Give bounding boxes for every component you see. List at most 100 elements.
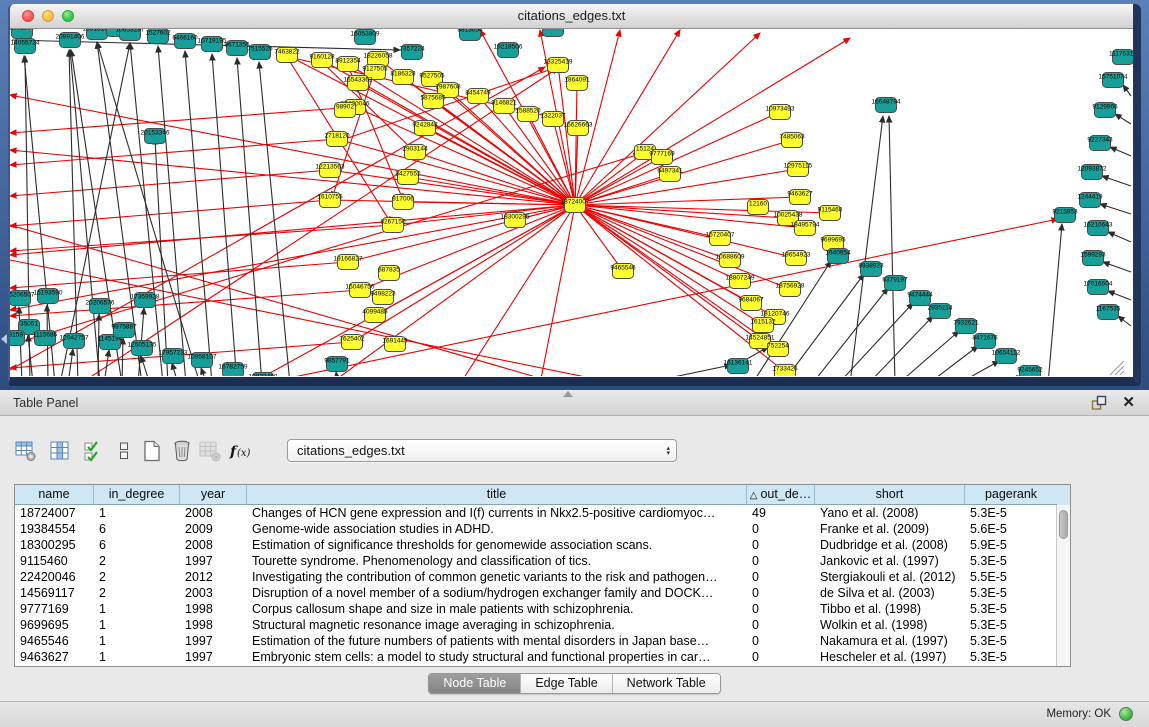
graph-node[interactable]: 4099488 — [362, 308, 388, 323]
graph-node[interactable]: 19166827 — [334, 255, 363, 270]
graph-node[interactable]: 8427552 — [395, 170, 421, 185]
graph-node[interactable]: 9498223 — [370, 290, 396, 305]
graph-node[interactable]: 10654112 — [992, 349, 1021, 364]
graph-node[interactable]: 18300295 — [501, 213, 530, 228]
graph-node[interactable]: 9245652 — [1017, 366, 1043, 377]
fit-rows-icon[interactable] — [112, 439, 136, 463]
zoom-window-button[interactable] — [62, 10, 74, 22]
table-selector-dropdown[interactable]: citations_edges.txt ▴▾ — [287, 439, 677, 462]
graph-node[interactable]: 16136141 — [724, 359, 753, 374]
graph-node[interactable]: 8471676 — [972, 334, 998, 349]
graph-node[interactable]: 7357224 — [399, 45, 425, 60]
graph-node[interactable]: 12042757 — [60, 334, 89, 349]
split-collapse-arrow-icon[interactable] — [1, 334, 7, 344]
graph-node[interactable]: 13325419 — [544, 58, 573, 73]
graph-node[interactable]: 9671355 — [224, 41, 250, 56]
graph-node[interactable]: 2935114 — [928, 304, 953, 319]
graph-node[interactable]: 10688609 — [716, 253, 745, 268]
graph-node[interactable]: 1733426 — [772, 365, 798, 377]
select-rows-icon[interactable] — [82, 439, 106, 463]
graph-node[interactable]: 6497341 — [657, 167, 683, 182]
graph-node[interactable]: 2718120 — [324, 132, 350, 147]
graph-node[interactable]: 12093872 — [1078, 165, 1107, 180]
graph-node[interactable]: 887835 — [378, 266, 400, 281]
graph-node[interactable]: 16210643 — [1084, 221, 1113, 236]
table-settings-icon[interactable] — [14, 439, 38, 463]
graph-node[interactable]: 17359928 — [131, 293, 160, 308]
graph-node[interactable]: 12505135 — [128, 341, 157, 356]
graph-node[interactable]: 9146821 — [491, 99, 517, 114]
graph-node[interactable]: 8454749 — [465, 89, 491, 104]
graph-node[interactable]: 2903144 — [402, 145, 428, 160]
tab-edge-table[interactable]: Edge Table — [520, 674, 611, 693]
network-canvas[interactable]: 1405572418613042089140616616160152760211… — [10, 29, 1133, 376]
graph-node[interactable]: 10719195 — [198, 37, 227, 52]
graph-node[interactable]: 7932621 — [953, 319, 979, 334]
graph-node[interactable]: 16782759 — [219, 363, 248, 377]
graph-node[interactable]: 9115460 — [818, 206, 843, 221]
float-panel-icon[interactable] — [1090, 394, 1108, 412]
graph-node[interactable]: 11175314 — [1109, 50, 1133, 65]
table-row[interactable]: 977716911998Corpus callosum shape and si… — [15, 601, 1057, 617]
graph-node[interactable]: 16543362 — [344, 76, 373, 91]
tab-node-table[interactable]: Node Table — [429, 674, 520, 693]
graph-node[interactable]: 15751074 — [1099, 73, 1128, 88]
table-panel-titlebar[interactable]: Table Panel ✕ — [0, 390, 1149, 416]
graph-node[interactable]: 1861304 — [10, 29, 35, 39]
graph-node[interactable]: 39159 — [10, 331, 25, 346]
graph-node[interactable]: 12160 — [748, 200, 769, 215]
graph-node[interactable]: 1322037 — [540, 112, 566, 127]
graph-node[interactable]: 1588520 — [515, 107, 541, 122]
graph-node[interactable]: 12975115 — [784, 162, 813, 177]
graph-node[interactable]: 9975887 — [111, 323, 137, 338]
table-row[interactable]: 1938455462009Genome-wide association stu… — [15, 521, 1057, 537]
graph-node[interactable]: 9684067 — [738, 296, 764, 311]
graph-node[interactable]: 1244419 — [1077, 193, 1103, 208]
graph-node[interactable]: 1691445 — [382, 337, 408, 352]
graph-node[interactable]: 17957233 — [159, 349, 188, 364]
column-header-name[interactable]: name — [15, 485, 94, 505]
graph-node[interactable]: 18495794 — [791, 221, 820, 236]
graph-node[interactable]: 19218506 — [494, 43, 523, 58]
close-window-button[interactable] — [22, 10, 34, 22]
graph-node[interactable]: 25206507 — [10, 291, 35, 306]
graph-node[interactable]: 10958107 — [188, 353, 217, 368]
divider-grip-icon[interactable] — [563, 391, 573, 397]
table-row[interactable]: 946554611997Estimation of the future num… — [15, 633, 1057, 649]
graph-node[interactable]: 9465546 — [610, 264, 636, 279]
graph-node[interactable]: 20153346 — [141, 129, 170, 144]
graph-node[interactable]: 1610755 — [317, 193, 343, 208]
graph-node[interactable]: 18807249 — [726, 274, 755, 289]
table-row[interactable]: 1872400712008Changes of HCN gene express… — [15, 505, 1057, 521]
graph-node[interactable]: 9857791 — [324, 357, 350, 372]
graph-node[interactable]: 7515526 — [247, 45, 273, 60]
table-row[interactable]: 1456911722003Disruption of a novel membe… — [15, 585, 1057, 601]
graph-node[interactable]: 9129966 — [1092, 103, 1118, 118]
graph-node[interactable]: 20891406 — [56, 33, 85, 48]
delete-rows-trash-icon[interactable] — [170, 439, 194, 463]
graph-node[interactable]: 1115686 — [33, 331, 58, 346]
function-builder-icon[interactable]: f (x) — [228, 439, 258, 463]
graph-node[interactable]: 9242848 — [412, 121, 438, 136]
graph-node[interactable]: 8186328 — [390, 70, 416, 85]
graph-node[interactable]: 15626663 — [564, 121, 593, 136]
graph-node[interactable]: 6379197 — [882, 276, 908, 291]
select-column-icon[interactable] — [48, 439, 72, 463]
graph-node[interactable]: 10973493 — [766, 105, 795, 120]
window-titlebar[interactable]: citations_edges.txt — [10, 4, 1133, 29]
graph-node[interactable]: 7463822 — [274, 48, 300, 63]
column-header-pagerank[interactable]: pagerank — [965, 485, 1057, 505]
column-header-in_degree[interactable]: in_degree — [94, 485, 180, 505]
graph-node[interactable]: 1527602 — [145, 29, 171, 44]
graph-node[interactable]: 9227343 — [1087, 136, 1113, 151]
graph-node[interactable]: 10653287 — [116, 29, 145, 41]
graph-node[interactable]: 19654923 — [782, 251, 811, 266]
graph-node[interactable]: 7485063 — [779, 133, 805, 148]
table-row[interactable]: 969969511998Structural magnetic resonanc… — [15, 617, 1057, 633]
graph-node[interactable]: 18724007 — [561, 198, 590, 213]
graph-node[interactable]: 1640954 — [825, 249, 851, 264]
column-header-year[interactable]: year — [180, 485, 247, 505]
graph-node[interactable]: 1615132 — [750, 318, 776, 333]
graph-node[interactable]: 8912354 — [335, 57, 361, 72]
tab-network-table[interactable]: Network Table — [612, 674, 720, 693]
